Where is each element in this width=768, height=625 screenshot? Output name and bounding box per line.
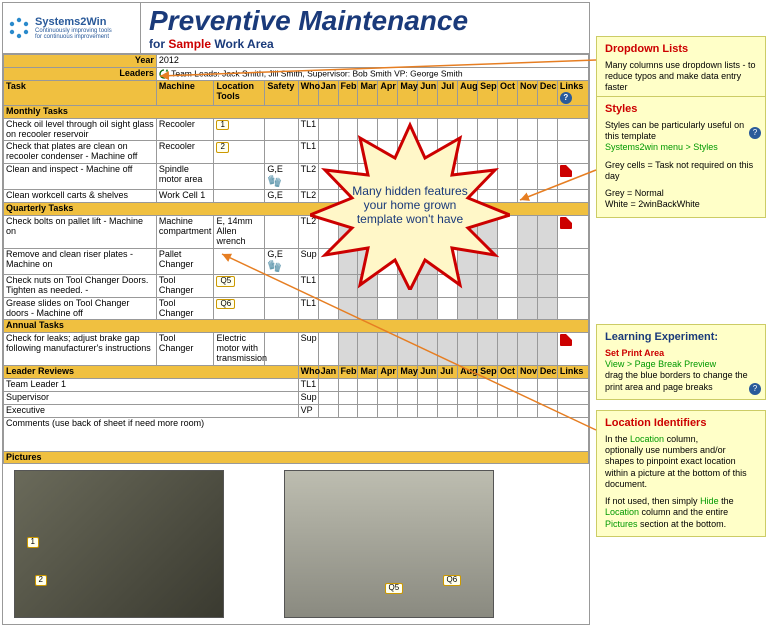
pdf-icon[interactable]	[560, 165, 572, 177]
col-who: Who	[298, 80, 318, 105]
picture-1: 1 2	[14, 470, 224, 618]
table-row[interactable]: Grease slides on Tool Changer doors - Ma…	[4, 297, 589, 320]
reviews-header: Leader Reviews Who JanFebMarAprMayJunJul…	[4, 365, 589, 378]
spreadsheet: Systems2Win Continuously improving tools…	[2, 2, 590, 625]
year-row: Year 2012	[4, 55, 589, 68]
logo-cell: Systems2Win Continuously improving tools…	[3, 3, 141, 53]
col-links: Links?	[557, 80, 588, 105]
help-icon[interactable]: ?	[560, 92, 572, 104]
pic-tag: 1	[27, 537, 39, 548]
table-row[interactable]: SupervisorSup	[4, 391, 589, 404]
callout-styles: Styles Styles can be particularly useful…	[596, 96, 766, 218]
help-icon[interactable]: ?	[749, 127, 761, 139]
logo-tagline2: for continuous improvement	[35, 34, 112, 40]
table-row[interactable]: ExecutiveVP	[4, 404, 589, 417]
starburst-callout: Many hidden features your home grown tem…	[310, 120, 510, 290]
logo-icon	[7, 16, 31, 40]
column-headers: Task Machine Location Tools Safety Who J…	[4, 80, 589, 105]
pic-tag: Q5	[385, 583, 404, 594]
pdf-icon[interactable]	[560, 217, 572, 229]
subtitle: for Sample Work Area	[149, 37, 581, 51]
col-location: Location Tools	[214, 80, 265, 105]
help-icon[interactable]: ?	[749, 383, 761, 395]
leaders-label: Leaders	[4, 67, 157, 80]
col-task: Task	[4, 80, 157, 105]
section-pictures: Pictures	[4, 451, 589, 464]
location-tag: Q6	[216, 299, 235, 310]
leaders-row: Leaders Team Leads: Jack Smith, Jill Smi…	[4, 67, 589, 80]
gloves-icon: 🧤	[267, 260, 282, 273]
col-safety: Safety	[265, 80, 298, 105]
year-label: Year	[4, 55, 157, 68]
pic-tag: 2	[35, 575, 47, 586]
starburst-text: Many hidden features your home grown tem…	[345, 184, 475, 226]
logo-tagline1: Continuously improving tools	[35, 28, 112, 34]
page-title: Preventive Maintenance	[149, 5, 581, 37]
table-row[interactable]: Check for leaks; adjust brake gap follow…	[4, 333, 589, 366]
location-tag: 2	[216, 142, 228, 153]
col-machine: Machine	[156, 80, 214, 105]
location-tag: 1	[216, 120, 228, 131]
callout-learning: Learning Experiment: Set Print Area View…	[596, 324, 766, 400]
leaders-value[interactable]: Team Leads: Jack Smith, Jill Smith, Supe…	[156, 67, 588, 80]
table-row[interactable]: Team Leader 1TL1	[4, 378, 589, 391]
logo-name: Systems2Win	[35, 17, 112, 28]
gloves-icon: 🧤	[267, 175, 282, 188]
year-value[interactable]: 2012	[156, 55, 588, 68]
pic-tag: Q6	[443, 575, 462, 586]
location-tag: Q5	[216, 276, 235, 287]
section-monthly: Monthly Tasks	[4, 105, 589, 118]
pictures-area: 1 2 Q5 Q6	[4, 464, 589, 624]
section-annual: Annual Tasks	[4, 320, 589, 333]
picture-2: Q5 Q6	[284, 470, 494, 618]
callout-dropdown: Dropdown Lists Many columns use dropdown…	[596, 36, 766, 101]
refresh-icon[interactable]	[159, 69, 169, 79]
callout-location: Location Identifiers In the Location col…	[596, 410, 766, 537]
pdf-icon[interactable]	[560, 334, 572, 346]
comments-cell[interactable]: Comments (use back of sheet if need more…	[4, 417, 589, 451]
